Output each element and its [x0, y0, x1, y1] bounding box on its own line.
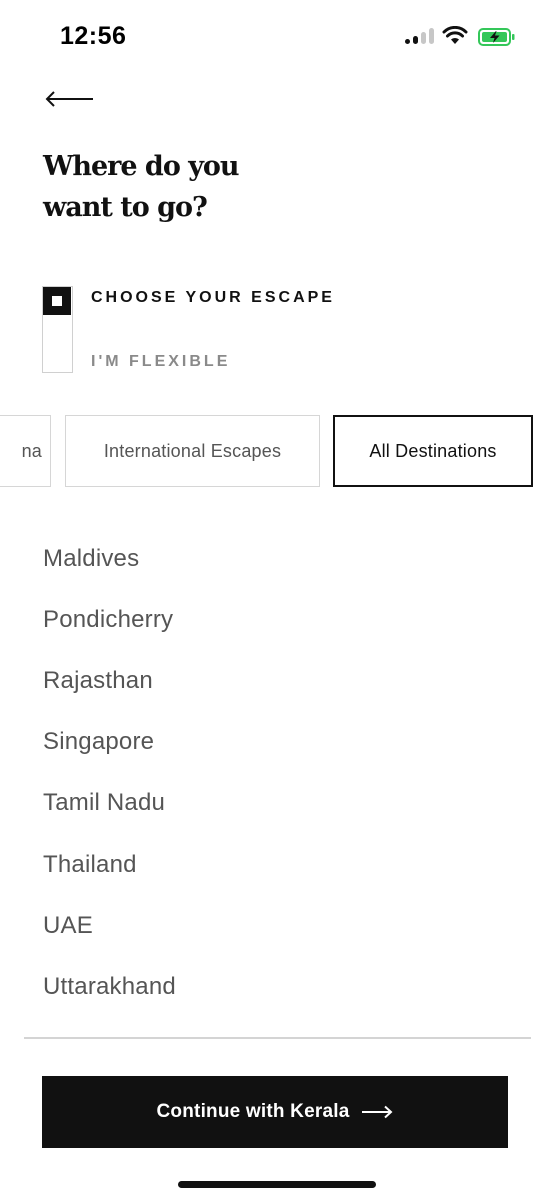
continue-button[interactable]: Continue with Kerala	[42, 1076, 508, 1148]
mode-toggle[interactable]	[42, 286, 73, 373]
status-bar: 12:56	[0, 0, 554, 76]
mode-toggle-knob-inner	[51, 295, 63, 307]
tab-all-destinations[interactable]: All Destinations	[333, 415, 533, 487]
destination-item-rajasthan[interactable]: Rajasthan	[43, 650, 523, 711]
arrow-right-icon	[361, 1105, 393, 1119]
destination-list: Maldives Pondicherry Rajasthan Singapore…	[43, 528, 523, 1018]
destination-item-singapore[interactable]: Singapore	[43, 712, 523, 773]
destination-item-maldives[interactable]: Maldives	[43, 528, 523, 589]
destination-item-thailand[interactable]: Thailand	[43, 834, 523, 895]
mode-option-flexible[interactable]: I'M FLEXIBLE	[91, 353, 230, 371]
destination-item-pondicherry[interactable]: Pondicherry	[43, 589, 523, 650]
page-title: Where do you want to go?	[43, 146, 303, 228]
tab-partial[interactable]: na	[0, 415, 51, 487]
home-indicator	[178, 1181, 376, 1188]
destination-item-uae[interactable]: UAE	[43, 895, 523, 956]
destination-item-uttarakhand[interactable]: Uttarakhand	[43, 956, 523, 1017]
mode-toggle-knob	[43, 287, 71, 315]
wifi-icon	[442, 26, 468, 44]
destination-item-tamil-nadu[interactable]: Tamil Nadu	[43, 773, 523, 834]
destination-tabs: na International Escapes All Destination…	[0, 415, 554, 487]
tab-international-escapes[interactable]: International Escapes	[65, 415, 320, 487]
battery-charging-icon	[478, 28, 515, 46]
page-title-line-1: Where do you	[43, 151, 240, 182]
continue-button-label: Continue with Kerala	[156, 1101, 350, 1122]
page-title-line-2: want to go?	[43, 192, 208, 223]
cellular-signal-icon	[405, 28, 434, 44]
back-button[interactable]	[44, 82, 100, 116]
arrow-left-icon	[45, 91, 93, 107]
status-time: 12:56	[60, 22, 127, 50]
mode-option-choose-your-escape[interactable]: CHOOSE YOUR ESCAPE	[91, 289, 335, 307]
divider	[24, 1037, 531, 1039]
